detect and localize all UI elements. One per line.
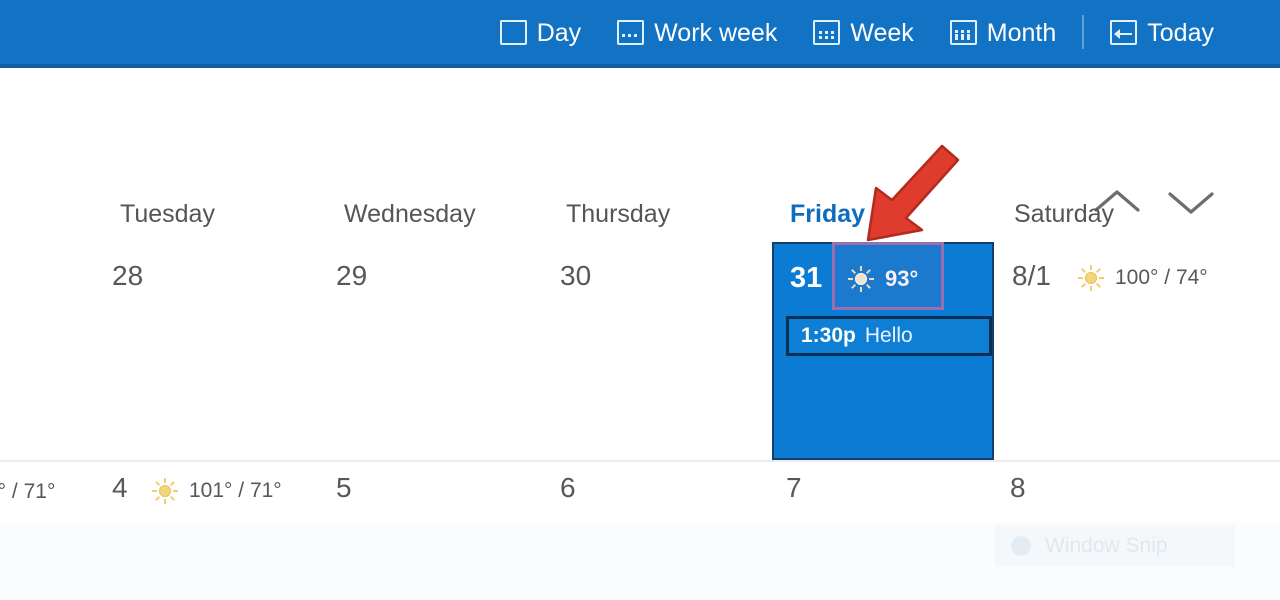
weather-temp-tuesday: 101° / 71° (189, 479, 282, 502)
weekday-header-saturday: Saturday (1014, 200, 1115, 228)
snip-icon (1011, 536, 1031, 556)
calendar-week-row-2: 0° / 71° 4 101° / 71° 5 6 7 8 (0, 462, 1280, 522)
event-time: 1:30p (801, 324, 856, 347)
weather-temp-clipped: 0° / 71° (0, 480, 56, 503)
weather-readout-clipped: 0° / 71° (0, 480, 55, 504)
sun-icon (1078, 265, 1104, 291)
day-number-28[interactable]: 28 (112, 262, 143, 290)
day-number-4[interactable]: 4 (112, 474, 128, 502)
weekday-header-thursday: Thursday (566, 200, 671, 228)
view-button-month[interactable]: Month (932, 16, 1074, 49)
view-button-today[interactable]: Today (1092, 16, 1232, 49)
weekday-header-wednesday: Wednesday (344, 200, 476, 228)
selected-day-cell-friday[interactable]: 31 93° 1:30p Hello (772, 242, 994, 460)
day-number-31[interactable]: 31 (790, 264, 822, 293)
weekday-header-friday: Friday (790, 200, 866, 228)
calendar-today-icon (1110, 19, 1138, 45)
view-button-day[interactable]: Day (482, 16, 599, 49)
day-number-30[interactable]: 30 (560, 262, 591, 290)
view-button-month-label: Month (986, 18, 1057, 47)
view-button-work-week[interactable]: Work week (599, 16, 795, 49)
calendar-event-hello[interactable]: 1:30p Hello (786, 316, 992, 356)
weather-readout-saturday[interactable]: 100° / 74° (1078, 265, 1208, 291)
day-number-6[interactable]: 6 (560, 474, 576, 502)
toolbar-divider (1082, 15, 1085, 49)
weather-temp-saturday: 100° / 74° (1115, 266, 1208, 289)
window-snip-label: Window Snip (1045, 534, 1168, 557)
weather-highlight-box (832, 242, 944, 310)
calendar-grid: 28 29 30 8/1 100° / 74° 31 93° 1:30p Hel… (0, 242, 1280, 522)
sun-icon (152, 478, 178, 504)
view-button-week[interactable]: Week (795, 16, 931, 49)
event-title: Hello (864, 324, 913, 347)
weekday-header-row: Tuesday Wednesday Thursday Friday Saturd… (0, 186, 1280, 244)
view-button-work-week-label: Work week (654, 18, 778, 47)
calendar-day-icon (499, 19, 527, 45)
day-number-8[interactable]: 8 (1010, 474, 1026, 502)
day-number-29[interactable]: 29 (336, 262, 367, 290)
day-number-5[interactable]: 5 (336, 474, 352, 502)
window-snip-watermark: Window Snip (995, 525, 1235, 567)
day-number-7[interactable]: 7 (786, 474, 802, 502)
calendar-week-row-1: 28 29 30 8/1 100° / 74° 31 93° 1:30p Hel… (0, 242, 1280, 460)
weather-readout-tuesday[interactable]: 101° / 71° (152, 478, 282, 504)
view-button-week-label: Week (850, 18, 914, 47)
calendar-week-icon (813, 19, 841, 45)
view-toolbar: Day Work week Week Month Today (0, 0, 1280, 68)
view-button-today-label: Today (1147, 18, 1214, 47)
day-number-8-1[interactable]: 8/1 (1012, 262, 1051, 290)
navigation-bar (0, 72, 1280, 214)
calendar-work-week-icon (617, 19, 645, 45)
weekday-header-tuesday: Tuesday (120, 200, 215, 228)
view-button-day-label: Day (536, 18, 582, 47)
calendar-month-icon (949, 19, 977, 45)
